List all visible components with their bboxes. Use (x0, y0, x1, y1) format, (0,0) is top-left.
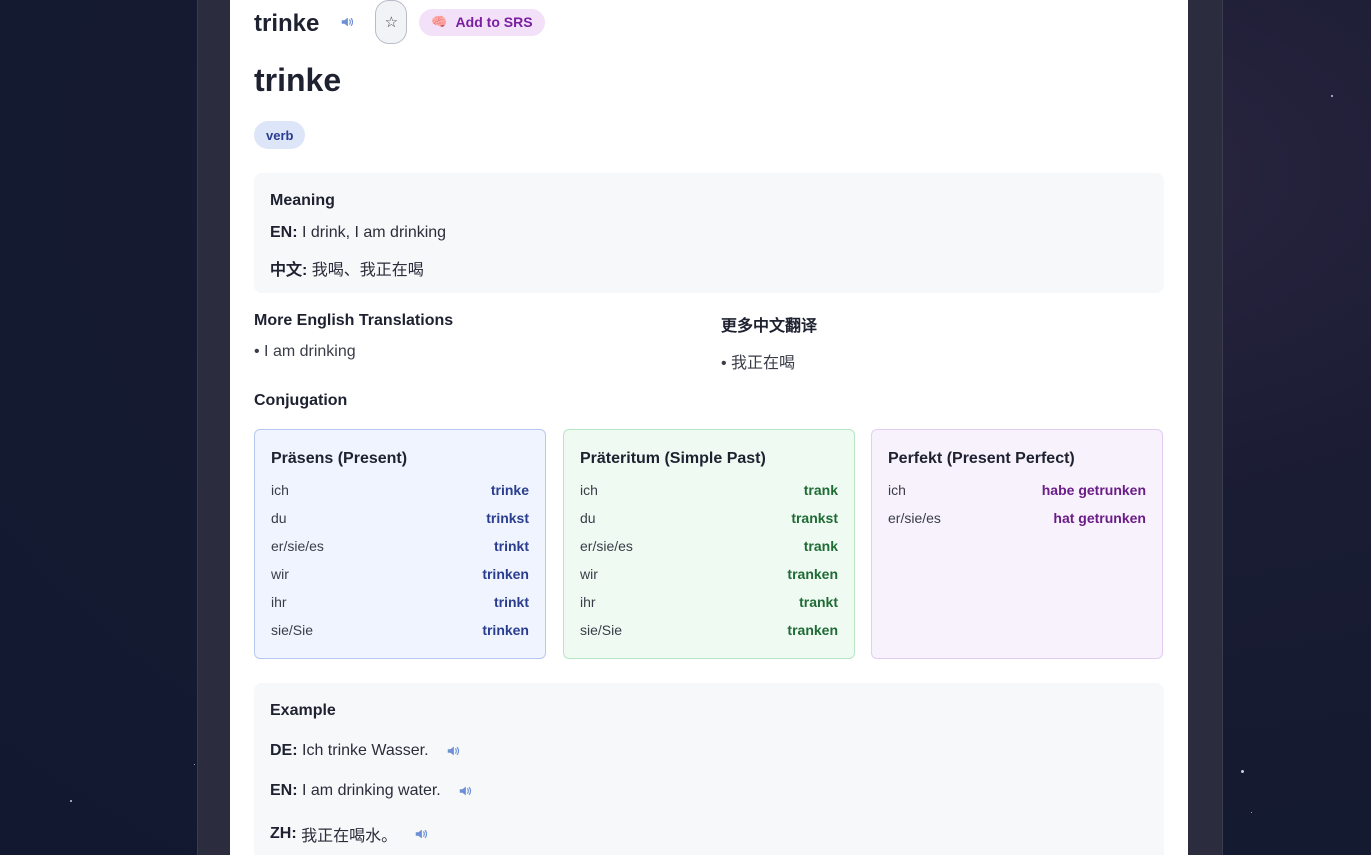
english-translation-item: • I am drinking (254, 343, 356, 360)
meaning-zh-label: 中文: (270, 262, 308, 279)
speaker-icon[interactable] (457, 783, 473, 799)
verb-form: trinke (490, 482, 529, 498)
conjugation-present-perfect: Perfekt (Present Perfect) ich habe getrun… (871, 429, 1163, 659)
verb-form: trank (803, 482, 838, 498)
word-detail-card: trinke ☆ 🧠 Add to SRS trinke verb Meanin… (230, 0, 1188, 855)
pronoun: ich (271, 482, 289, 498)
example-zh-label: ZH: (270, 825, 297, 842)
conjugation-row: ich trank (580, 482, 838, 502)
conjugation-row: ihr trankt (580, 594, 838, 614)
background-star (70, 800, 72, 802)
meaning-zh-line: 中文: 我喝、我正在喝 (270, 256, 424, 280)
speaker-icon[interactable] (339, 14, 355, 30)
example-de-label: DE: (270, 742, 298, 759)
star-icon: ☆ (384, 14, 399, 31)
verb-form: trankst (791, 510, 838, 526)
header-word: trinke (254, 9, 320, 37)
verb-form: trank (803, 538, 838, 554)
example-zh-text: 我正在喝水。 (301, 828, 398, 845)
pronoun: er/sie/es (888, 510, 941, 526)
pronoun: er/sie/es (271, 538, 324, 554)
meaning-zh-value: 我喝、我正在喝 (311, 262, 424, 279)
example-en-line: EN: I am drinking water. (270, 782, 473, 800)
conjugation-row: wir tranken (580, 566, 838, 586)
part-of-speech-badge: verb (254, 121, 306, 149)
conjugation-row: du trinkst (271, 510, 529, 530)
example-de-text: Ich trinke Wasser. (302, 742, 429, 759)
pronoun: wir (580, 566, 598, 582)
meaning-en-line: EN: I drink, I am drinking (270, 224, 446, 242)
pronoun: ihr (580, 594, 596, 610)
verb-form: trankt (799, 594, 838, 610)
example-zh-line: ZH: 我正在喝水。 (270, 822, 429, 846)
conjugation-simple-past: Präteritum (Simple Past) ich trank du trank… (563, 429, 855, 659)
verb-form: trinken (482, 566, 529, 582)
meaning-en-value: I drink, I am drinking (302, 224, 447, 241)
example-de-line: DE: Ich trinke Wasser. (270, 742, 461, 760)
speaker-icon[interactable] (445, 743, 461, 759)
add-to-srs-label: Add to SRS (455, 14, 533, 30)
background-star (1331, 95, 1333, 97)
verb-form: trinken (482, 622, 529, 638)
chinese-translation-item: • 我正在喝 (721, 355, 796, 372)
pronoun: er/sie/es (580, 538, 633, 554)
conjugation-row: ich habe getrunken (888, 482, 1146, 502)
verb-form: trinkt (494, 594, 529, 610)
verb-form: trinkst (486, 510, 529, 526)
verb-form: hat getrunken (1053, 510, 1146, 526)
present-tense-title: Präsens (Present) (271, 450, 408, 467)
meaning-title: Meaning (270, 192, 335, 209)
word-header: trinke ☆ 🧠 Add to SRS (254, 0, 545, 45)
meaning-en-label: EN: (270, 224, 298, 241)
pronoun: du (580, 510, 596, 526)
pronoun: ich (580, 482, 598, 498)
conjugation-row: er/sie/es hat getrunken (888, 510, 1146, 530)
example-title: Example (270, 702, 336, 719)
conjugation-row: ihr trinkt (271, 594, 529, 614)
pronoun: wir (271, 566, 289, 582)
verb-form: habe getrunken (1041, 482, 1146, 498)
conjugation-row: er/sie/es trank (580, 538, 838, 558)
example-en-label: EN: (270, 782, 298, 799)
pronoun: sie/Sie (580, 622, 623, 638)
add-to-srs-button[interactable]: 🧠 Add to SRS (419, 8, 545, 36)
conjugation-row: wir trinken (271, 566, 529, 586)
pronoun: ich (888, 482, 906, 498)
simple-past-tense-title: Präteritum (Simple Past) (580, 450, 766, 467)
brain-icon: 🧠 (431, 14, 448, 29)
pronoun: du (271, 510, 287, 526)
conjugation-row: er/sie/es trinkt (271, 538, 529, 558)
favorite-star-button[interactable]: ☆ (375, 0, 408, 44)
background-star (1251, 812, 1252, 813)
more-english-title: More English Translations (254, 312, 454, 329)
verb-form: trinkt (494, 538, 529, 554)
present-perfect-tense-title: Perfekt (Present Perfect) (888, 450, 1075, 467)
conjugation-present: Präsens (Present) ich trinke du trinkst er/s… (254, 429, 546, 659)
background-star (1241, 770, 1244, 773)
more-chinese-translations: 更多中文翻译 • 我正在喝 (721, 312, 817, 373)
verb-form: tranken (787, 622, 838, 638)
conjugation-row: sie/Sie trinken (271, 622, 529, 642)
example-en-text: I am drinking water. (302, 782, 441, 799)
conjugation-title: Conjugation (254, 392, 348, 409)
meaning-section: Meaning EN: I drink, I am drinking 中文: 我… (254, 173, 1164, 293)
speaker-icon[interactable] (413, 826, 429, 842)
more-chinese-title: 更多中文翻译 (721, 318, 818, 335)
word-title: trinke (254, 62, 342, 98)
conjugation-row: du trankst (580, 510, 838, 530)
example-section: Example DE: Ich trinke Wasser. EN: I am … (254, 683, 1164, 855)
more-english-translations: More English Translations • I am drinkin… (254, 312, 453, 361)
conjugation-row: sie/Sie tranken (580, 622, 838, 642)
verb-form: tranken (787, 566, 838, 582)
background-star (194, 764, 195, 765)
pronoun: sie/Sie (271, 622, 314, 638)
pronoun: ihr (271, 594, 287, 610)
conjugation-row: ich trinke (271, 482, 529, 502)
